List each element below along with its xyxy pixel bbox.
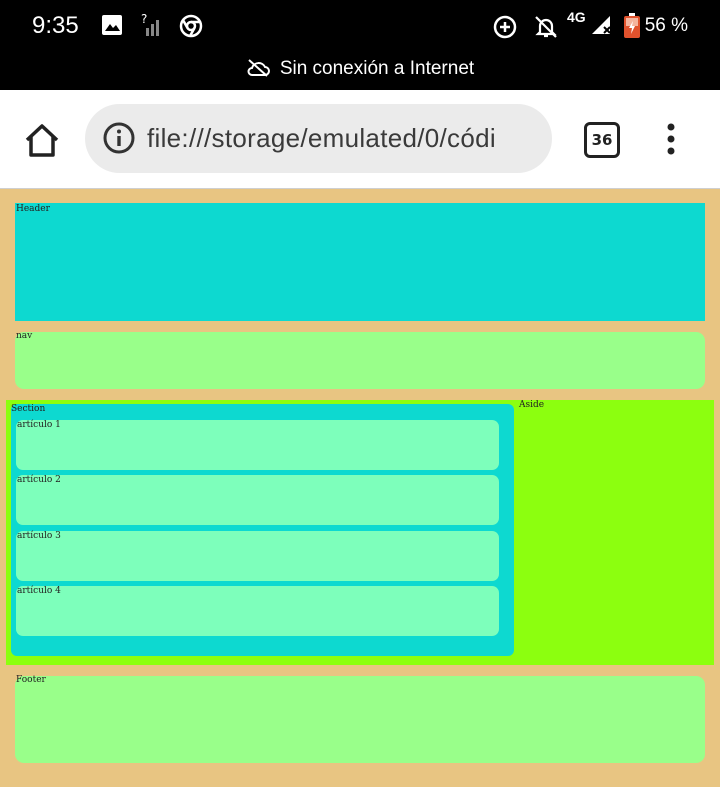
article-label: artículo 1 bbox=[17, 420, 61, 430]
info-icon[interactable] bbox=[103, 122, 135, 154]
no-signal-icon: ? bbox=[141, 12, 163, 42]
article-box: artículo 3 bbox=[16, 531, 499, 581]
page-content: Header nav Section artículo 1 artículo 2… bbox=[0, 189, 720, 787]
article-label: artículo 2 bbox=[17, 475, 61, 485]
nav-label: nav bbox=[16, 331, 33, 341]
network-type: 4G bbox=[567, 9, 586, 25]
battery-icon bbox=[623, 13, 641, 43]
article-box: artículo 1 bbox=[16, 420, 499, 470]
header-box: Header bbox=[15, 203, 705, 321]
article-box: artículo 2 bbox=[16, 475, 499, 525]
svg-text:?: ? bbox=[141, 12, 147, 26]
article-label: artículo 4 bbox=[17, 586, 61, 596]
offline-text: Sin conexión a Internet bbox=[279, 58, 475, 79]
cloud-off-icon bbox=[247, 59, 270, 77]
address-bar[interactable]: file:///storage/emulated/0/códi bbox=[85, 104, 552, 173]
footer-label: Footer bbox=[16, 675, 46, 685]
browser-toolbar: file:///storage/emulated/0/códi 36 bbox=[0, 90, 720, 189]
section-label: Section bbox=[11, 404, 46, 414]
nav-box: nav bbox=[15, 331, 705, 389]
offline-banner: Sin conexión a Internet bbox=[0, 58, 720, 80]
image-notification-icon bbox=[101, 14, 123, 40]
status-bar: 9:35 ? 4G 56 % Sin conexión a Internet bbox=[0, 0, 720, 90]
chrome-icon bbox=[179, 14, 203, 42]
menu-button[interactable] bbox=[660, 122, 682, 156]
more-vert-icon bbox=[667, 123, 675, 155]
aside-label: Aside bbox=[519, 400, 545, 410]
battery-percentage: 56 % bbox=[644, 15, 688, 36]
footer-box: Footer bbox=[15, 675, 705, 763]
header-label: Header bbox=[16, 204, 50, 214]
main-row: Section artículo 1 artículo 2 artículo 3… bbox=[6, 400, 714, 665]
article-box: artículo 4 bbox=[16, 586, 499, 636]
notifications-off-icon bbox=[533, 14, 559, 44]
cellular-signal-icon bbox=[590, 14, 614, 40]
url-text[interactable]: file:///storage/emulated/0/códi bbox=[147, 123, 496, 154]
clock: 9:35 bbox=[32, 12, 79, 39]
section-box: Section artículo 1 artículo 2 artículo 3… bbox=[11, 404, 514, 656]
data-saver-icon bbox=[492, 14, 518, 44]
tab-switcher-button[interactable]: 36 bbox=[584, 122, 620, 158]
home-icon bbox=[25, 124, 59, 157]
home-button[interactable] bbox=[22, 120, 62, 160]
article-label: artículo 3 bbox=[17, 531, 61, 541]
